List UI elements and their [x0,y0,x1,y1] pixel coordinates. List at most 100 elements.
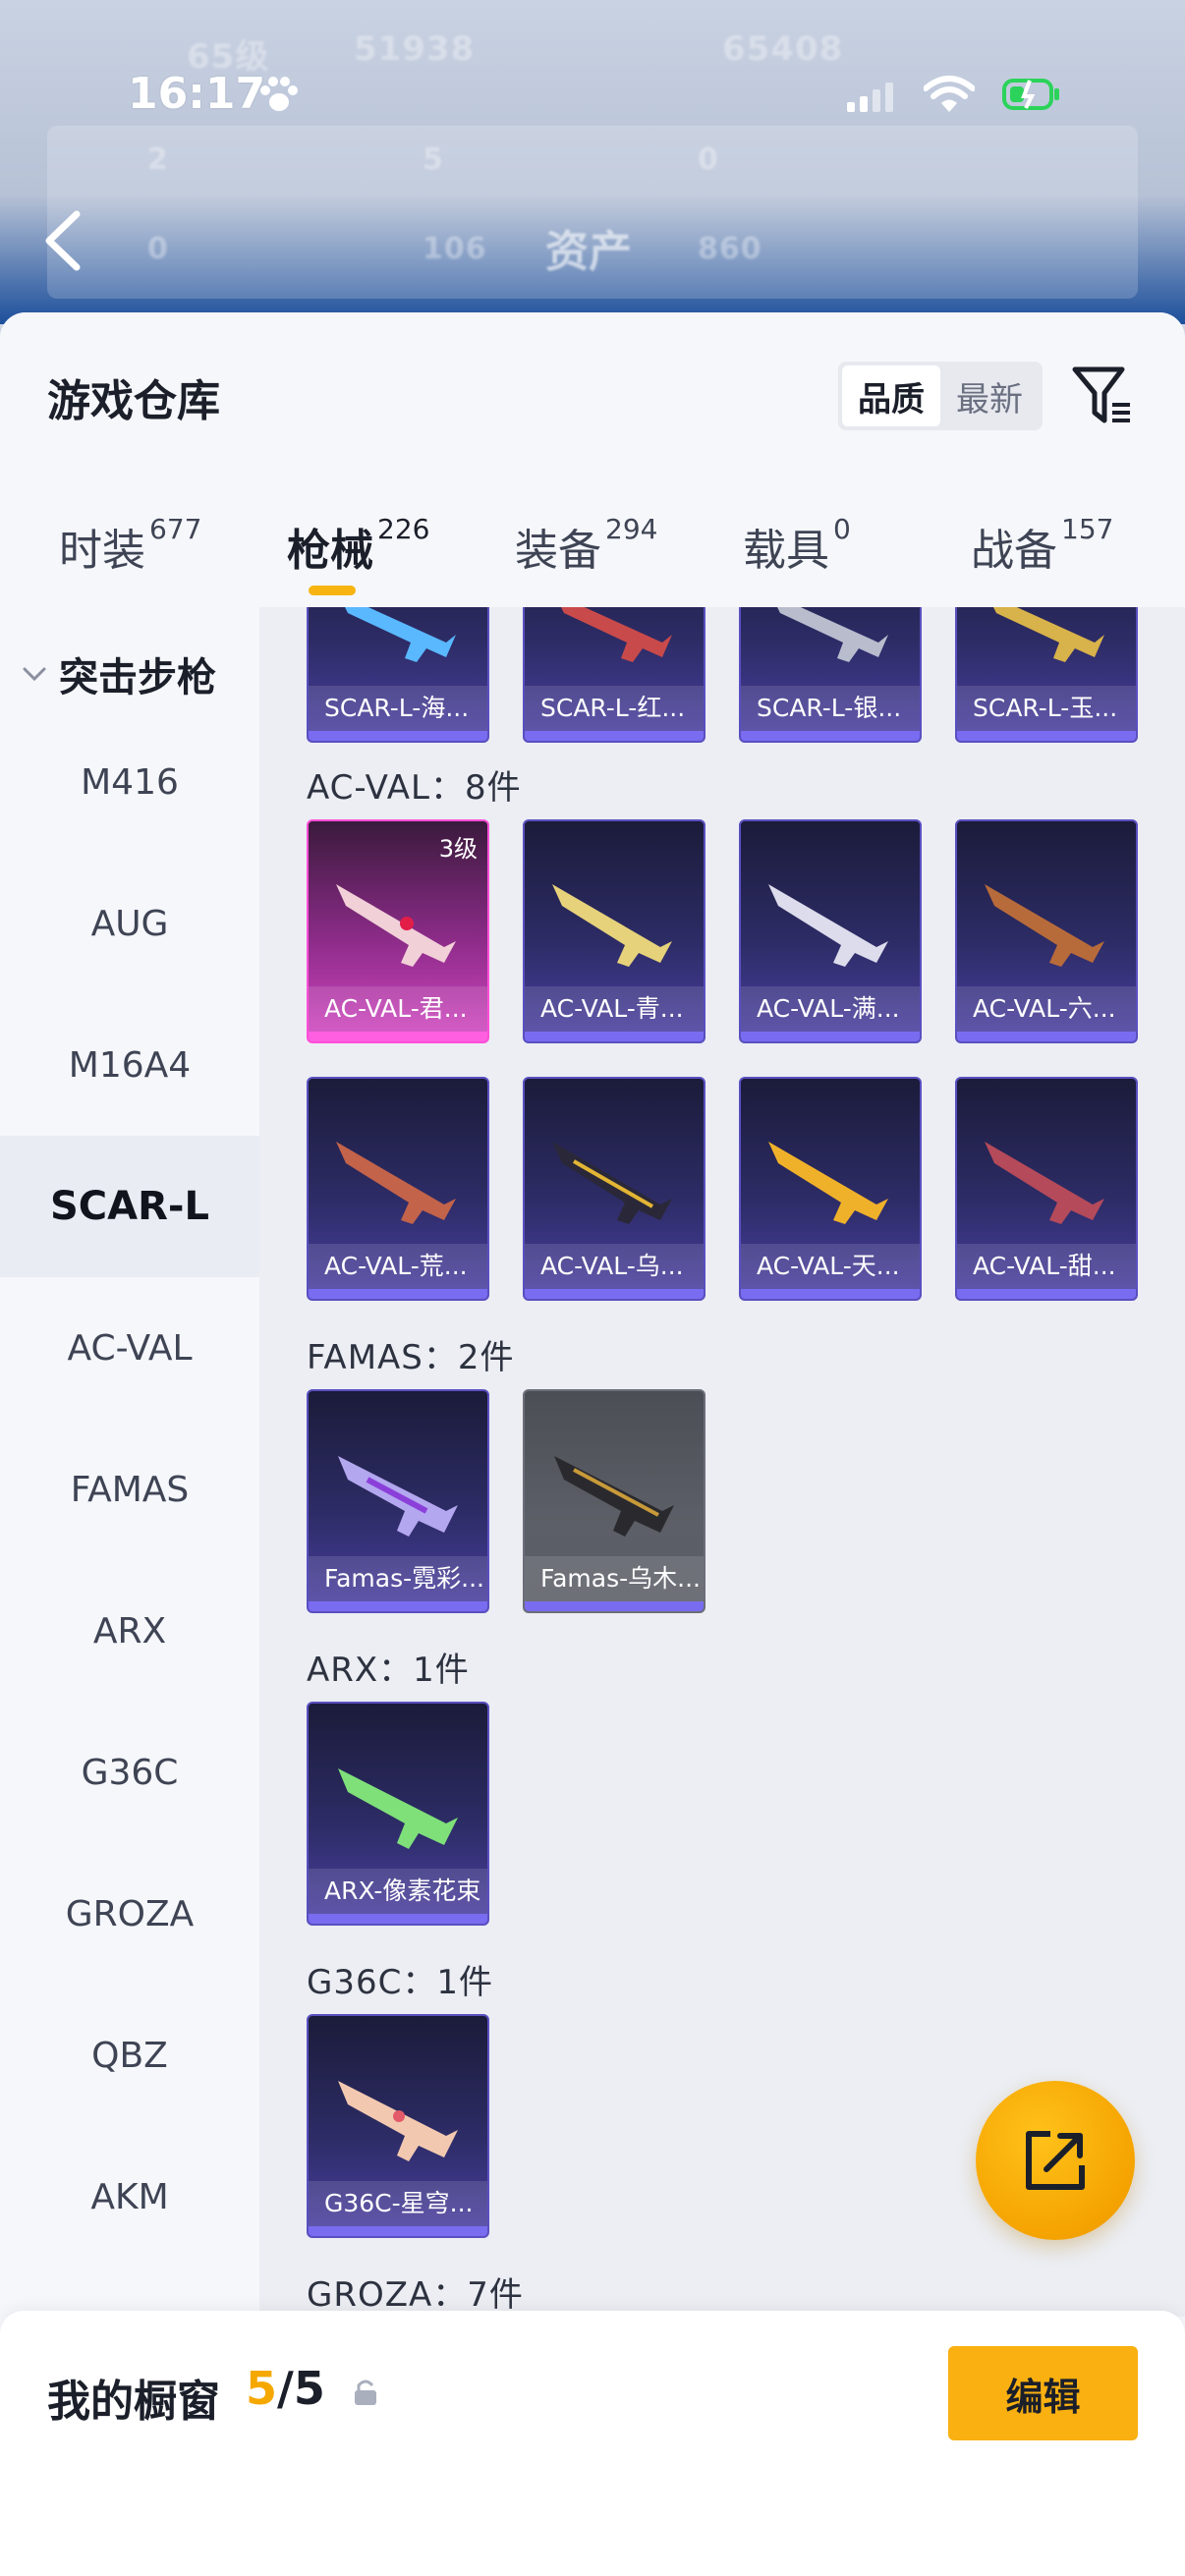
filter-icon[interactable] [1071,364,1134,426]
status-time: 16:17 [128,69,266,119]
tab-battle-gear[interactable]: 战备 157 [971,499,1113,607]
rifle-skin-icon [345,607,456,662]
rarity-bar [957,731,1136,741]
sidebar-item-m16a4[interactable]: M16A4 [0,994,259,1136]
sidebar-item-qbz[interactable]: QBZ [0,1985,259,2126]
sort-option-quality[interactable]: 品质 [842,365,940,426]
section-title-g36c: G36C：1件 [307,1963,493,2002]
weapon-grid: SCAR-L-海... SCAR-L-红... SCAR-L-银... SCAR… [259,607,1185,2317]
back-icon[interactable] [39,208,88,273]
weapon-sidebar: 突击步枪 M416 AUG M16A4 SCAR-L AC-VAL FAMAS … [0,607,259,2317]
weapon-card[interactable]: SCAR-L-红... [523,607,705,743]
rarity-bar [309,731,487,741]
sidebar-item-groza[interactable]: GROZA [0,1843,259,1985]
rarity-bar [525,1032,704,1041]
rarity-bar [525,731,704,741]
rarity-bar [525,1289,704,1299]
rarity-bar [957,1032,1136,1041]
share-icon [1026,2131,1085,2190]
category-tabs: 时装 677 枪械 226 装备 294 载具 0 战备 157 [0,499,1185,607]
tab-label: 战备 [971,526,1057,576]
section-title-groza: GROZA：7件 [307,2275,524,2315]
level-badge: 3级 [438,835,478,863]
background-stat-6: 860 [698,232,762,266]
rifle-skin-icon [993,607,1104,662]
weapon-card[interactable]: 3级 AC-VAL-君... [307,819,489,1043]
chevron-down-icon [23,667,46,682]
sidebar-item-ac-val[interactable]: AC-VAL [0,1277,259,1419]
weapon-card[interactable]: AC-VAL-荒... [307,1077,489,1301]
tab-count: 157 [1061,513,1114,545]
background-stat-1: 2 [147,142,169,177]
weapon-card[interactable]: AC-VAL-甜... [955,1077,1138,1301]
weapon-card-label: Famas-霓彩... [309,1556,487,1601]
weapon-card[interactable]: SCAR-L-玉... [955,607,1138,743]
sidebar-item-akm[interactable]: AKM [0,2126,259,2268]
background-stat-4: 0 [147,232,169,266]
weapon-card[interactable]: AC-VAL-六... [955,819,1138,1043]
sidebar-item-m416[interactable]: M416 [0,711,259,853]
weapon-card-label: AC-VAL-青... [525,986,704,1032]
sidebar-item-g36c[interactable]: G36C [0,1702,259,1843]
status-bar: 16:17 [0,61,1185,130]
weapon-card-label: AC-VAL-满... [741,986,920,1032]
tab-equipment[interactable]: 装备 294 [515,499,657,607]
weapon-card[interactable]: AC-VAL-青... [523,819,705,1043]
weapon-card[interactable]: AC-VAL-乌... [523,1077,705,1301]
signal-icon [847,83,893,112]
sort-option-newest[interactable]: 最新 [940,365,1039,426]
sidebar-item-arx[interactable]: ARX [0,1560,259,1702]
tab-label: 枪械 [287,526,373,576]
weapon-card[interactable]: G36C-星穹... [307,2014,489,2238]
weapon-card-label: SCAR-L-海... [309,686,487,731]
weapon-card-label: AC-VAL-荒... [309,1244,487,1289]
rarity-bar [309,1914,487,1924]
sidebar-item-aug[interactable]: AUG [0,853,259,994]
weapon-card[interactable]: AC-VAL-满... [739,819,922,1043]
rarity-bar [741,731,920,741]
weapon-card-label: AC-VAL-君... [309,986,487,1032]
weapon-card-label: SCAR-L-玉... [957,686,1136,731]
rarity-bar [309,1032,487,1041]
edit-button[interactable]: 编辑 [948,2346,1138,2440]
share-button[interactable] [976,2081,1135,2240]
weapon-card[interactable]: ARX-像素花束 [307,1702,489,1926]
rifle-skin-icon [777,607,888,662]
sort-toggle: 品质 最新 [838,362,1043,430]
rifle-skin-icon [552,1142,672,1224]
weapon-card[interactable]: SCAR-L-银... [739,607,922,743]
warehouse-sheet: 游戏仓库 品质 最新 时装 677 枪械 226 装备 294 载具 0 战备 … [0,312,1185,2576]
sidebar-item-scar-l[interactable]: SCAR-L [0,1136,259,1277]
rarity-bar [957,1289,1136,1299]
section-title-ac-val: AC-VAL：8件 [307,768,522,808]
sheet-header: 游戏仓库 品质 最新 时装 677 枪械 226 装备 294 载具 0 战备 … [0,312,1185,607]
sidebar-group-label: 突击步枪 [59,655,216,700]
weapon-card[interactable]: AC-VAL-天... [739,1077,922,1301]
weapon-card[interactable]: Famas-乌木... [523,1389,705,1613]
tab-vehicles[interactable]: 载具 0 [743,499,851,607]
sidebar-group-assault-rifles[interactable]: 突击步枪 [0,635,259,713]
weapon-card-label: AC-VAL-天... [741,1244,920,1289]
tab-count: 226 [377,513,430,545]
section-title-famas: FAMAS：2件 [307,1338,515,1377]
weapon-card-label: G36C-星穹... [309,2181,487,2226]
rifle-skin-icon [336,884,456,967]
rifle-skin-icon [336,1142,456,1224]
weapon-card-label: AC-VAL-六... [957,986,1136,1032]
weapon-card[interactable]: SCAR-L-海... [307,607,489,743]
sidebar-item-famas[interactable]: FAMAS [0,1419,259,1560]
weapon-card-label: SCAR-L-银... [741,686,920,731]
active-tab-indicator [309,586,356,595]
tab-fashion[interactable]: 时装 677 [59,499,201,607]
battery-icon [1002,79,1059,110]
weapon-card-label: AC-VAL-甜... [957,1244,1136,1289]
showcase-count: 5/5 [246,2362,325,2415]
rifle-skin-icon [768,884,888,967]
weapon-card[interactable]: Famas-霓彩... [307,1389,489,1613]
showcase-bar: 我的橱窗 5/5 编辑 [0,2311,1185,2576]
rifle-skin-icon [338,2081,458,2161]
background-header: 65级 51938 65408 2 5 0 0 106 860 16:17 资产 [0,0,1185,324]
rifle-skin-icon [552,884,672,967]
rarity-bar [525,1601,704,1611]
lock-icon[interactable] [352,2378,379,2407]
